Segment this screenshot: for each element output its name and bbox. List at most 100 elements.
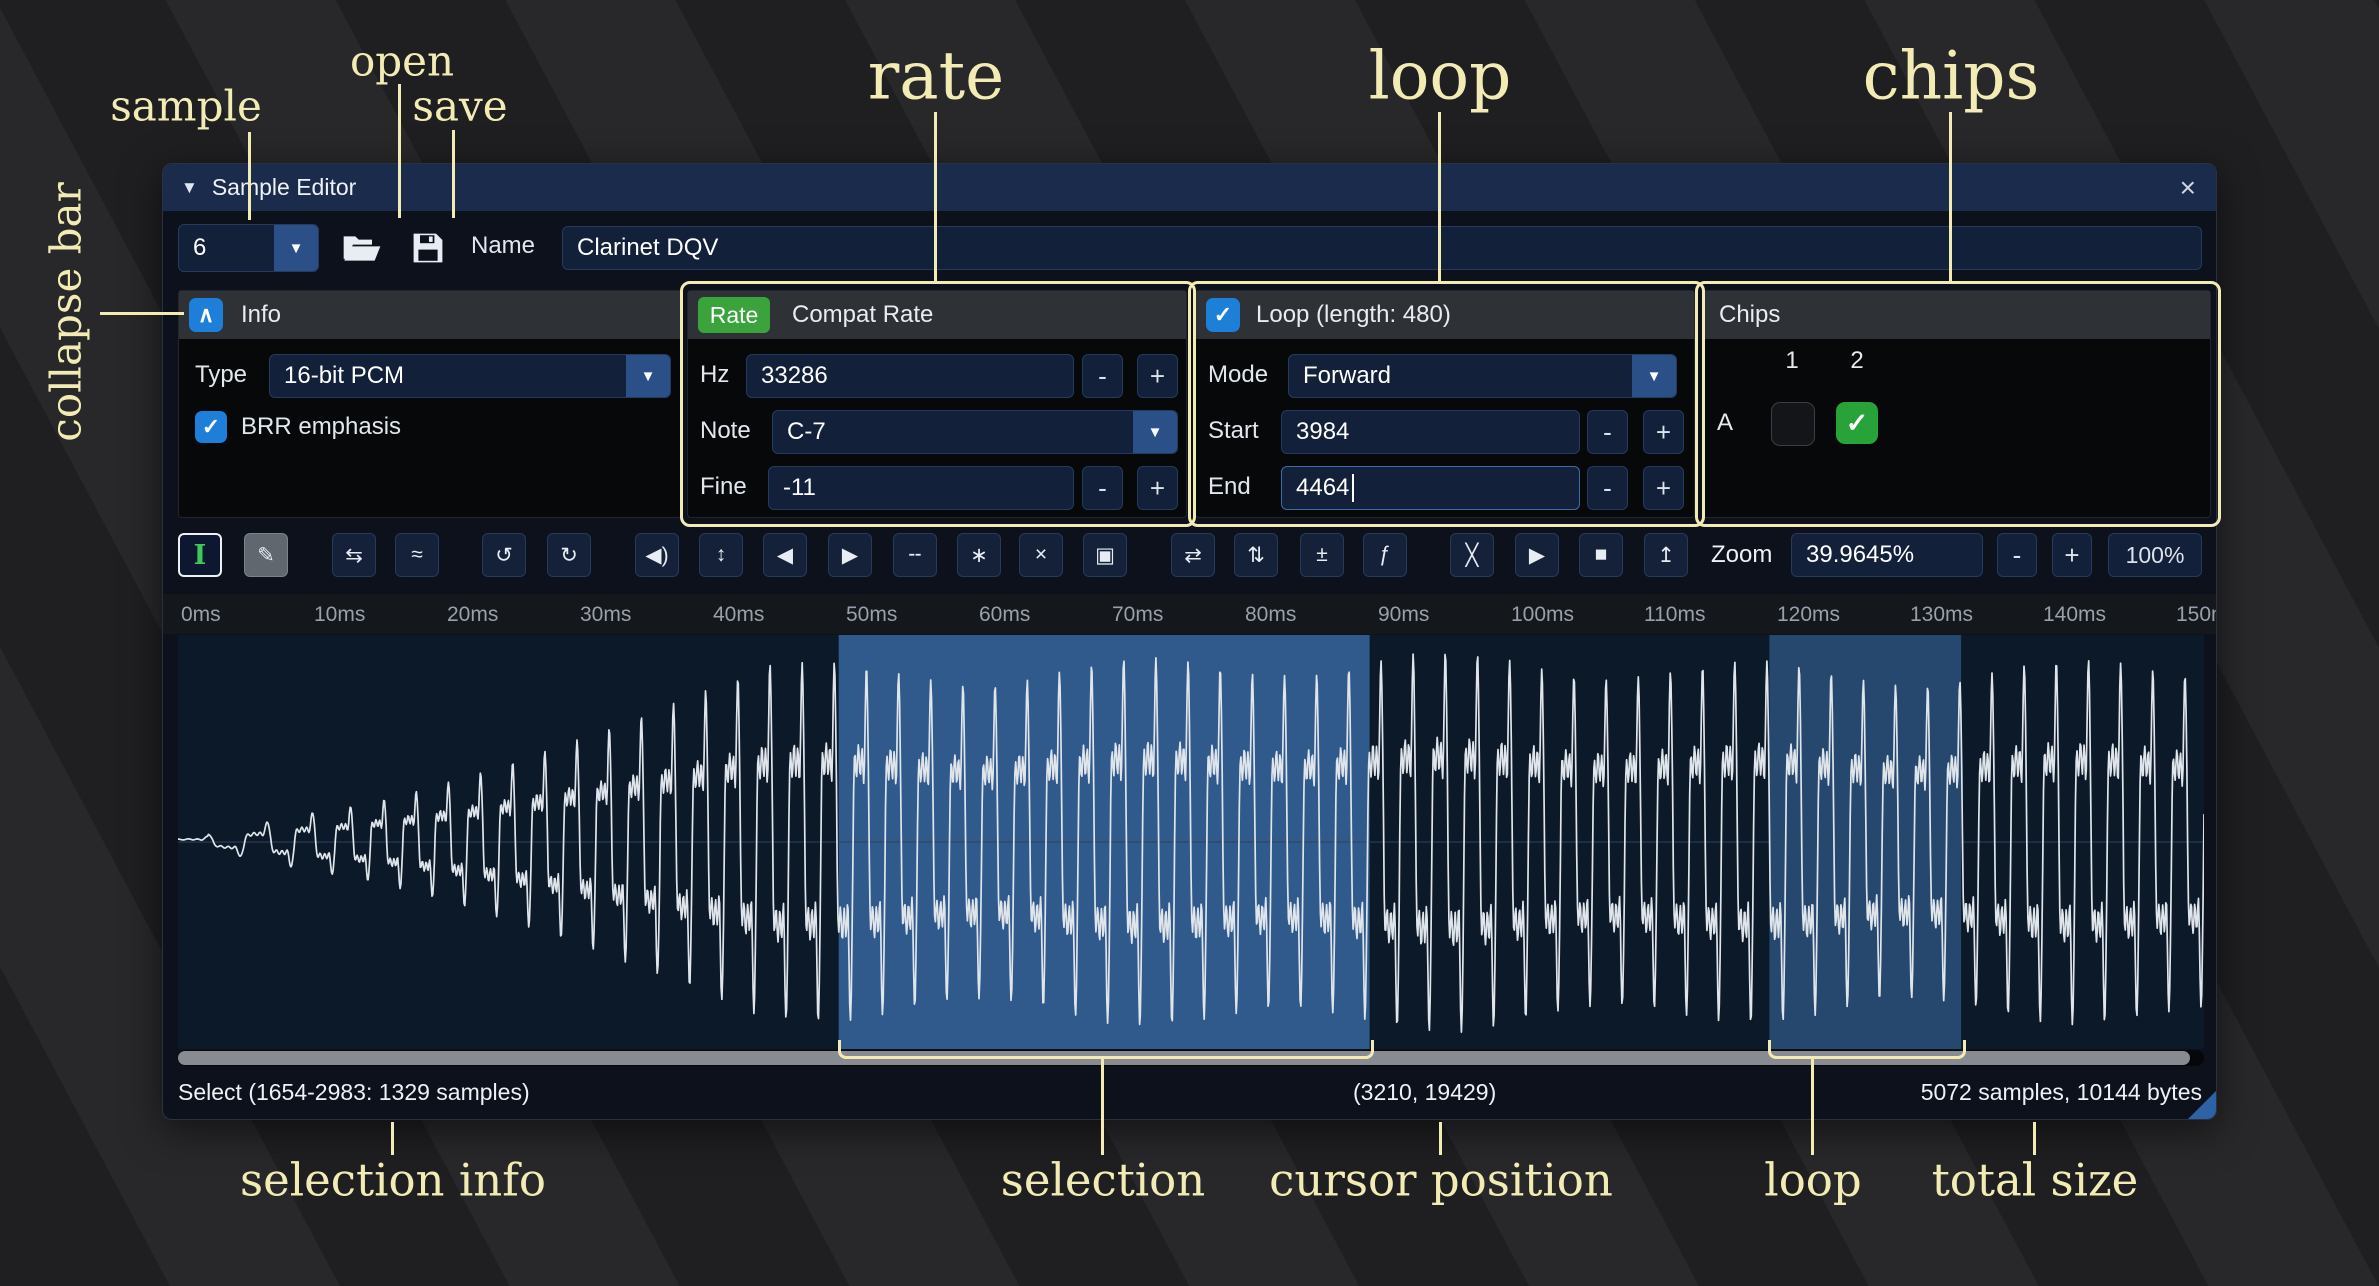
loop-start-minus-button[interactable]: - [1587, 410, 1628, 454]
annotation-label-open: open [350, 37, 454, 86]
timeline-label: 120ms [1777, 603, 1840, 627]
annotation-label-collapse-bar: collapse bar [42, 182, 91, 441]
info-panel: ∧ Info Type 16-bit PCM ▼ ✓ BRR emphasis [178, 290, 682, 518]
rate-badge[interactable]: Rate [698, 297, 770, 333]
timeline-label: 150ms [2176, 603, 2217, 627]
hz-minus-button[interactable]: - [1082, 354, 1123, 398]
delete-icon[interactable]: × [1019, 533, 1063, 577]
open-folder-icon [342, 232, 382, 264]
annotation-line-loop-bottom [1811, 1058, 1814, 1155]
loop-start-plus-button[interactable]: + [1643, 410, 1684, 454]
zoom-value-input[interactable]: 39.9645% [1791, 533, 1983, 577]
zoom-reset-button[interactable]: 100% [2108, 533, 2202, 577]
fade-in-icon[interactable]: ◀ [763, 533, 807, 577]
loop-end-input[interactable]: 4464 [1281, 466, 1580, 510]
insert-silence-icon[interactable]: ╌ [893, 533, 937, 577]
check-icon: ✓ [202, 414, 220, 440]
resize-icon[interactable]: ⇆ [332, 533, 376, 577]
chevron-down-icon[interactable]: ▼ [626, 355, 670, 397]
annotation-line-loop [1438, 112, 1441, 281]
loop-enable-checkbox[interactable]: ✓ [1206, 298, 1240, 332]
fade-out-icon[interactable]: ▶ [828, 533, 872, 577]
hz-input[interactable]: 33286 [746, 354, 1074, 398]
loop-mode-value: Forward [1289, 355, 1632, 397]
text-caret [1352, 474, 1354, 502]
loop-end-plus-button[interactable]: + [1643, 466, 1684, 510]
name-input[interactable]: Clarinet DQV [562, 226, 2202, 270]
timeline-label: 30ms [580, 603, 631, 627]
fine-plus-button[interactable]: + [1137, 466, 1178, 510]
undo-icon[interactable]: ↺ [482, 533, 526, 577]
preview-icon[interactable]: ▶ [1515, 533, 1559, 577]
hz-label: Hz [700, 353, 729, 397]
brr-emphasis-checkbox[interactable]: ✓ [195, 411, 227, 443]
chevron-up-icon: ∧ [198, 302, 214, 328]
stop-icon[interactable]: ■ [1579, 533, 1623, 577]
waveform-display[interactable] [178, 635, 2204, 1049]
crossfade-icon[interactable]: ╳ [1450, 533, 1494, 577]
fine-input[interactable]: -11 [768, 466, 1074, 510]
selection-bracket [838, 1040, 1374, 1059]
fine-minus-button[interactable]: - [1082, 466, 1123, 510]
annotation-label-save: save [412, 82, 507, 131]
loop-start-input[interactable]: 3984 [1281, 410, 1580, 454]
timeline-label: 70ms [1112, 603, 1163, 627]
note-select[interactable]: C-7 ▼ [772, 410, 1178, 454]
loop-bracket [1768, 1040, 1966, 1059]
loop-start-label: Start [1208, 409, 1259, 453]
reverse-icon[interactable]: ⇄ [1171, 533, 1215, 577]
window-collapse-icon[interactable]: ▼ [181, 178, 198, 198]
titlebar[interactable]: ▼ Sample Editor × [163, 164, 2216, 211]
fine-value: -11 [783, 474, 816, 502]
apply-silence-icon[interactable]: ∗ [957, 533, 1001, 577]
wavetable-icon[interactable]: ↥ [1644, 533, 1688, 577]
timeline-label: 60ms [979, 603, 1030, 627]
annotation-line-cursor-position [1439, 1122, 1442, 1155]
amplify-icon[interactable]: ◀) [635, 533, 679, 577]
loop-panel-title: Loop (length: 480) [1256, 301, 1451, 329]
timeline-label: 130ms [1910, 603, 1973, 627]
selection-info-text: Select (1654-2983: 1329 samples) [178, 1066, 530, 1119]
chip-column-label: 1 [1771, 347, 1813, 375]
annotation-label-selection: selection [1001, 1154, 1206, 1207]
loop-mode-select[interactable]: Forward ▼ [1288, 354, 1677, 398]
draw-tool-icon[interactable]: ✎ [244, 533, 288, 577]
note-label: Note [700, 409, 751, 453]
select-tool-icon[interactable]: I [178, 533, 222, 577]
timeline-label: 50ms [846, 603, 897, 627]
annotation-line-sample [248, 132, 251, 220]
open-button[interactable] [335, 224, 389, 272]
chevron-down-icon[interactable]: ▼ [274, 225, 318, 271]
annotation-label-selection-info: selection info [240, 1154, 546, 1207]
normalize-icon[interactable]: ↕ [699, 533, 743, 577]
filter-icon[interactable]: ƒ [1363, 533, 1407, 577]
sample-number-select[interactable]: 6 ▼ [178, 224, 319, 272]
chevron-down-icon[interactable]: ▼ [1632, 355, 1676, 397]
resample-icon[interactable]: ≈ [395, 533, 439, 577]
loop-panel: ✓ Loop (length: 480) Mode Forward ▼ Star… [1195, 290, 1695, 518]
type-select[interactable]: 16-bit PCM ▼ [269, 354, 671, 398]
cursor-position-text: (3210, 19429) [1353, 1066, 1496, 1119]
loop-end-minus-button[interactable]: - [1587, 466, 1628, 510]
trim-icon[interactable]: ▣ [1083, 533, 1127, 577]
timeline-ruler[interactable]: 0ms10ms20ms30ms40ms50ms60ms70ms80ms90ms1… [163, 594, 2216, 634]
zoom-in-button[interactable]: + [2052, 533, 2092, 577]
chip-checkbox[interactable]: ✓ [1836, 402, 1878, 444]
rate-panel-title: Compat Rate [792, 301, 933, 329]
zoom-out-button[interactable]: - [1997, 533, 2037, 577]
sign-icon[interactable]: ± [1300, 533, 1344, 577]
hz-plus-button[interactable]: + [1137, 354, 1178, 398]
loop-start-value: 3984 [1296, 418, 1349, 446]
redo-icon[interactable]: ↻ [547, 533, 591, 577]
invert-icon[interactable]: ⇅ [1234, 533, 1278, 577]
chips-panel-title: Chips [1719, 301, 1780, 329]
check-icon: ✓ [1214, 302, 1232, 328]
loop-end-value: 4464 [1296, 474, 1349, 502]
chip-column-label: 2 [1836, 347, 1878, 375]
chip-checkbox[interactable] [1771, 402, 1815, 446]
save-button[interactable] [403, 224, 453, 272]
chevron-down-icon[interactable]: ▼ [1133, 411, 1177, 453]
info-collapse-button[interactable]: ∧ [189, 298, 223, 332]
close-icon[interactable]: × [2180, 172, 2196, 204]
resize-grip[interactable] [2188, 1091, 2216, 1119]
